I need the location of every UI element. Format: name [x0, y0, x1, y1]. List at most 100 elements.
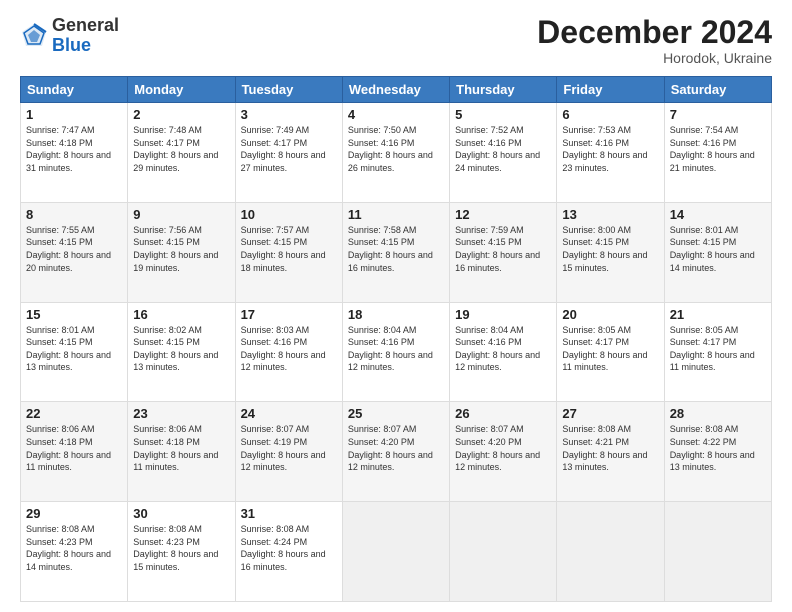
table-row: 30 Sunrise: 8:08 AMSunset: 4:23 PMDaylig…: [128, 502, 235, 602]
day-info: Sunrise: 8:00 AMSunset: 4:15 PMDaylight:…: [562, 225, 647, 273]
day-number: 27: [562, 406, 658, 421]
day-info: Sunrise: 7:56 AMSunset: 4:15 PMDaylight:…: [133, 225, 218, 273]
day-info: Sunrise: 8:07 AMSunset: 4:20 PMDaylight:…: [348, 424, 433, 472]
day-number: 28: [670, 406, 766, 421]
table-row: 7 Sunrise: 7:54 AMSunset: 4:16 PMDayligh…: [664, 103, 771, 203]
table-row: 20 Sunrise: 8:05 AMSunset: 4:17 PMDaylig…: [557, 302, 664, 402]
table-row: 31 Sunrise: 8:08 AMSunset: 4:24 PMDaylig…: [235, 502, 342, 602]
day-number: 9: [133, 207, 229, 222]
table-row: 11 Sunrise: 7:58 AMSunset: 4:15 PMDaylig…: [342, 202, 449, 302]
day-number: 13: [562, 207, 658, 222]
day-info: Sunrise: 7:49 AMSunset: 4:17 PMDaylight:…: [241, 125, 326, 173]
header-right: December 2024 Horodok, Ukraine: [537, 16, 772, 66]
day-info: Sunrise: 7:50 AMSunset: 4:16 PMDaylight:…: [348, 125, 433, 173]
table-row: 19 Sunrise: 8:04 AMSunset: 4:16 PMDaylig…: [450, 302, 557, 402]
day-number: 20: [562, 307, 658, 322]
day-info: Sunrise: 8:06 AMSunset: 4:18 PMDaylight:…: [133, 424, 218, 472]
table-row: 3 Sunrise: 7:49 AMSunset: 4:17 PMDayligh…: [235, 103, 342, 203]
day-number: 15: [26, 307, 122, 322]
table-row: 29 Sunrise: 8:08 AMSunset: 4:23 PMDaylig…: [21, 502, 128, 602]
table-row: 23 Sunrise: 8:06 AMSunset: 4:18 PMDaylig…: [128, 402, 235, 502]
day-number: 31: [241, 506, 337, 521]
table-row: 9 Sunrise: 7:56 AMSunset: 4:15 PMDayligh…: [128, 202, 235, 302]
logo-general-text: General: [52, 15, 119, 35]
day-number: 19: [455, 307, 551, 322]
table-row: [557, 502, 664, 602]
table-row: 14 Sunrise: 8:01 AMSunset: 4:15 PMDaylig…: [664, 202, 771, 302]
day-info: Sunrise: 7:59 AMSunset: 4:15 PMDaylight:…: [455, 225, 540, 273]
day-info: Sunrise: 8:08 AMSunset: 4:24 PMDaylight:…: [241, 524, 326, 572]
day-info: Sunrise: 8:07 AMSunset: 4:20 PMDaylight:…: [455, 424, 540, 472]
day-number: 10: [241, 207, 337, 222]
day-number: 25: [348, 406, 444, 421]
day-info: Sunrise: 7:54 AMSunset: 4:16 PMDaylight:…: [670, 125, 755, 173]
day-info: Sunrise: 7:57 AMSunset: 4:15 PMDaylight:…: [241, 225, 326, 273]
calendar-week-4: 22 Sunrise: 8:06 AMSunset: 4:18 PMDaylig…: [21, 402, 772, 502]
day-info: Sunrise: 8:04 AMSunset: 4:16 PMDaylight:…: [455, 325, 540, 373]
day-number: 2: [133, 107, 229, 122]
day-number: 5: [455, 107, 551, 122]
day-info: Sunrise: 8:06 AMSunset: 4:18 PMDaylight:…: [26, 424, 111, 472]
calendar-header-row: Sunday Monday Tuesday Wednesday Thursday…: [21, 77, 772, 103]
day-info: Sunrise: 7:52 AMSunset: 4:16 PMDaylight:…: [455, 125, 540, 173]
col-sunday: Sunday: [21, 77, 128, 103]
day-info: Sunrise: 7:55 AMSunset: 4:15 PMDaylight:…: [26, 225, 111, 273]
table-row: 13 Sunrise: 8:00 AMSunset: 4:15 PMDaylig…: [557, 202, 664, 302]
logo-icon: [20, 22, 48, 50]
table-row: 17 Sunrise: 8:03 AMSunset: 4:16 PMDaylig…: [235, 302, 342, 402]
day-info: Sunrise: 8:08 AMSunset: 4:21 PMDaylight:…: [562, 424, 647, 472]
day-number: 18: [348, 307, 444, 322]
calendar-week-3: 15 Sunrise: 8:01 AMSunset: 4:15 PMDaylig…: [21, 302, 772, 402]
table-row: 18 Sunrise: 8:04 AMSunset: 4:16 PMDaylig…: [342, 302, 449, 402]
day-number: 14: [670, 207, 766, 222]
day-info: Sunrise: 8:07 AMSunset: 4:19 PMDaylight:…: [241, 424, 326, 472]
day-number: 11: [348, 207, 444, 222]
day-number: 4: [348, 107, 444, 122]
table-row: 27 Sunrise: 8:08 AMSunset: 4:21 PMDaylig…: [557, 402, 664, 502]
day-number: 6: [562, 107, 658, 122]
day-info: Sunrise: 8:01 AMSunset: 4:15 PMDaylight:…: [26, 325, 111, 373]
table-row: 6 Sunrise: 7:53 AMSunset: 4:16 PMDayligh…: [557, 103, 664, 203]
day-number: 22: [26, 406, 122, 421]
day-number: 12: [455, 207, 551, 222]
table-row: 22 Sunrise: 8:06 AMSunset: 4:18 PMDaylig…: [21, 402, 128, 502]
day-info: Sunrise: 8:05 AMSunset: 4:17 PMDaylight:…: [562, 325, 647, 373]
day-number: 7: [670, 107, 766, 122]
day-info: Sunrise: 7:58 AMSunset: 4:15 PMDaylight:…: [348, 225, 433, 273]
table-row: 5 Sunrise: 7:52 AMSunset: 4:16 PMDayligh…: [450, 103, 557, 203]
day-number: 1: [26, 107, 122, 122]
day-info: Sunrise: 8:08 AMSunset: 4:23 PMDaylight:…: [133, 524, 218, 572]
day-info: Sunrise: 8:08 AMSunset: 4:23 PMDaylight:…: [26, 524, 111, 572]
table-row: 4 Sunrise: 7:50 AMSunset: 4:16 PMDayligh…: [342, 103, 449, 203]
table-row: 26 Sunrise: 8:07 AMSunset: 4:20 PMDaylig…: [450, 402, 557, 502]
table-row: 10 Sunrise: 7:57 AMSunset: 4:15 PMDaylig…: [235, 202, 342, 302]
table-row: 2 Sunrise: 7:48 AMSunset: 4:17 PMDayligh…: [128, 103, 235, 203]
page: General Blue December 2024 Horodok, Ukra…: [0, 0, 792, 612]
day-info: Sunrise: 8:05 AMSunset: 4:17 PMDaylight:…: [670, 325, 755, 373]
day-number: 8: [26, 207, 122, 222]
col-wednesday: Wednesday: [342, 77, 449, 103]
day-number: 29: [26, 506, 122, 521]
table-row: 8 Sunrise: 7:55 AMSunset: 4:15 PMDayligh…: [21, 202, 128, 302]
calendar-week-5: 29 Sunrise: 8:08 AMSunset: 4:23 PMDaylig…: [21, 502, 772, 602]
col-thursday: Thursday: [450, 77, 557, 103]
table-row: 21 Sunrise: 8:05 AMSunset: 4:17 PMDaylig…: [664, 302, 771, 402]
logo-text: General Blue: [52, 16, 119, 56]
day-info: Sunrise: 8:03 AMSunset: 4:16 PMDaylight:…: [241, 325, 326, 373]
logo-blue-text: Blue: [52, 35, 91, 55]
table-row: 1 Sunrise: 7:47 AMSunset: 4:18 PMDayligh…: [21, 103, 128, 203]
day-number: 30: [133, 506, 229, 521]
table-row: 28 Sunrise: 8:08 AMSunset: 4:22 PMDaylig…: [664, 402, 771, 502]
day-number: 21: [670, 307, 766, 322]
table-row: [664, 502, 771, 602]
day-number: 17: [241, 307, 337, 322]
month-title: December 2024: [537, 16, 772, 48]
day-number: 23: [133, 406, 229, 421]
day-info: Sunrise: 7:47 AMSunset: 4:18 PMDaylight:…: [26, 125, 111, 173]
table-row: 15 Sunrise: 8:01 AMSunset: 4:15 PMDaylig…: [21, 302, 128, 402]
col-monday: Monday: [128, 77, 235, 103]
day-number: 3: [241, 107, 337, 122]
day-number: 24: [241, 406, 337, 421]
day-number: 26: [455, 406, 551, 421]
day-info: Sunrise: 8:04 AMSunset: 4:16 PMDaylight:…: [348, 325, 433, 373]
